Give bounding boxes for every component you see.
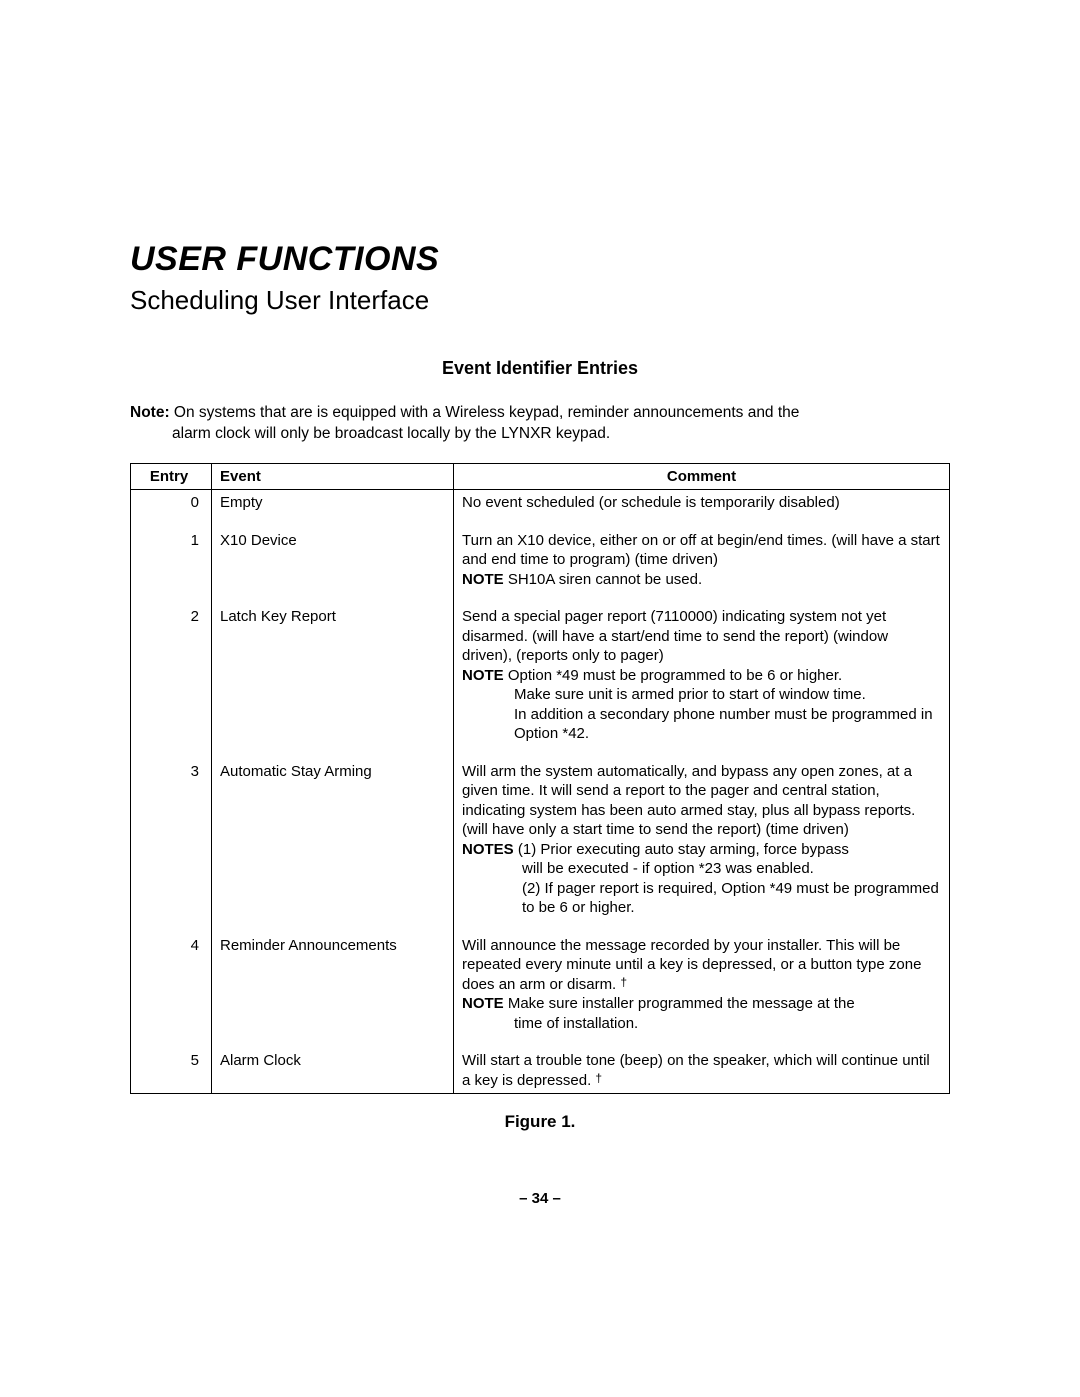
note-lead: Note: (130, 404, 170, 421)
col-header-entry: Entry (131, 463, 212, 490)
document-page: USER FUNCTIONS Scheduling User Interface… (0, 0, 1080, 1397)
dagger-icon: † (595, 1071, 602, 1085)
page-subtitle: Scheduling User Interface (130, 285, 950, 316)
dagger-icon: † (620, 975, 627, 989)
cell-entry: 3 (131, 747, 212, 921)
cell-entry: 2 (131, 592, 212, 747)
table-row: 1X10 DeviceTurn an X10 device, either on… (131, 516, 950, 593)
table-row: 2Latch Key ReportSend a special pager re… (131, 592, 950, 747)
cell-event: Automatic Stay Arming (212, 747, 454, 921)
cell-event: Empty (212, 490, 454, 516)
page-title: USER FUNCTIONS (130, 240, 950, 279)
table-row: 4Reminder AnnouncementsWill announce the… (131, 921, 950, 1037)
event-identifier-table: Entry Event Comment 0EmptyNo event sched… (130, 463, 950, 1095)
cell-entry: 4 (131, 921, 212, 1037)
note-line1: On systems that are is equipped with a W… (170, 404, 800, 421)
note-paragraph: Note: On systems that are is equipped wi… (130, 403, 950, 445)
cell-comment: Will announce the message recorded by yo… (454, 921, 950, 1037)
figure-label: Figure 1. (130, 1112, 950, 1132)
note-line2: alarm clock will only be broadcast local… (130, 424, 950, 445)
cell-event: Latch Key Report (212, 592, 454, 747)
cell-comment: Will start a trouble tone (beep) on the … (454, 1036, 950, 1094)
table-row: 3Automatic Stay ArmingWill arm the syste… (131, 747, 950, 921)
col-header-comment: Comment (454, 463, 950, 490)
cell-entry: 1 (131, 516, 212, 593)
section-heading: Event Identifier Entries (130, 358, 950, 379)
cell-event: Reminder Announcements (212, 921, 454, 1037)
page-number: – 34 – (0, 1190, 1080, 1207)
table-row: 0EmptyNo event scheduled (or schedule is… (131, 490, 950, 516)
col-header-event: Event (212, 463, 454, 490)
cell-entry: 5 (131, 1036, 212, 1094)
cell-event: X10 Device (212, 516, 454, 593)
cell-comment: No event scheduled (or schedule is tempo… (454, 490, 950, 516)
table-row: 5Alarm ClockWill start a trouble tone (b… (131, 1036, 950, 1094)
cell-event: Alarm Clock (212, 1036, 454, 1094)
cell-comment: Turn an X10 device, either on or off at … (454, 516, 950, 593)
cell-comment: Will arm the system automatically, and b… (454, 747, 950, 921)
cell-entry: 0 (131, 490, 212, 516)
cell-comment: Send a special pager report (7110000) in… (454, 592, 950, 747)
